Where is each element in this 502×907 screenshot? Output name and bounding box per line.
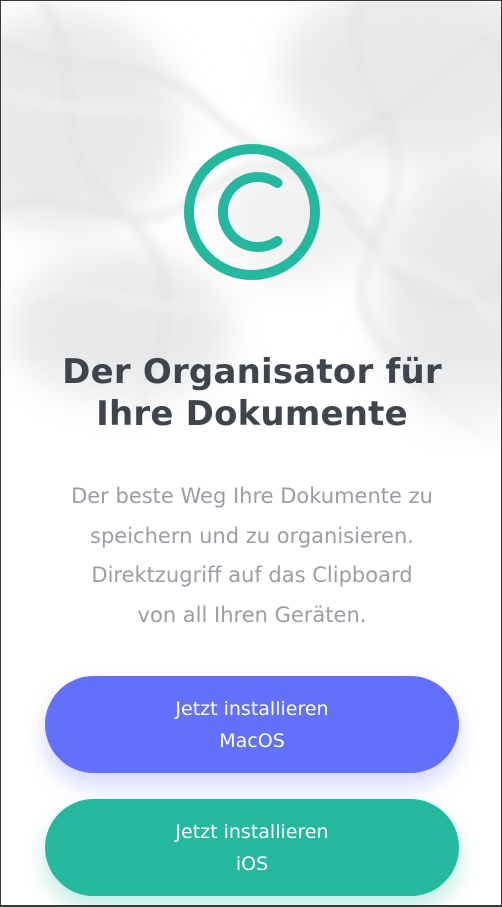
page-title-line-1: Der Organisator für bbox=[62, 352, 442, 392]
install-ios-button[interactable]: Jetzt installieren iOS bbox=[45, 799, 459, 896]
landing-page: Der Organisator für Ihre Dokumente Der b… bbox=[0, 0, 502, 907]
description-line-1: Der beste Weg Ihre Dokumente zu bbox=[71, 484, 433, 508]
description-line-2: speichern und zu organisieren. bbox=[90, 523, 414, 548]
logo bbox=[182, 142, 322, 282]
page-title: Der Organisator für Ihre Dokumente bbox=[21, 351, 483, 435]
install-macos-button[interactable]: Jetzt installieren MacOS bbox=[45, 676, 459, 773]
page-title-line-2: Ihre Dokumente bbox=[96, 394, 408, 434]
description-line-4: von all Ihren Geräten. bbox=[137, 602, 367, 627]
copyright-icon bbox=[184, 144, 320, 280]
description: Der beste Weg Ihre Dokumente zu speicher… bbox=[21, 477, 483, 635]
install-macos-label: Jetzt installieren bbox=[175, 698, 329, 720]
install-ios-label: Jetzt installieren bbox=[175, 821, 329, 843]
install-macos-platform: MacOS bbox=[219, 730, 285, 752]
install-ios-platform: iOS bbox=[235, 853, 269, 875]
description-line-3: Direktzugriff auf das Clipboard bbox=[91, 563, 413, 587]
